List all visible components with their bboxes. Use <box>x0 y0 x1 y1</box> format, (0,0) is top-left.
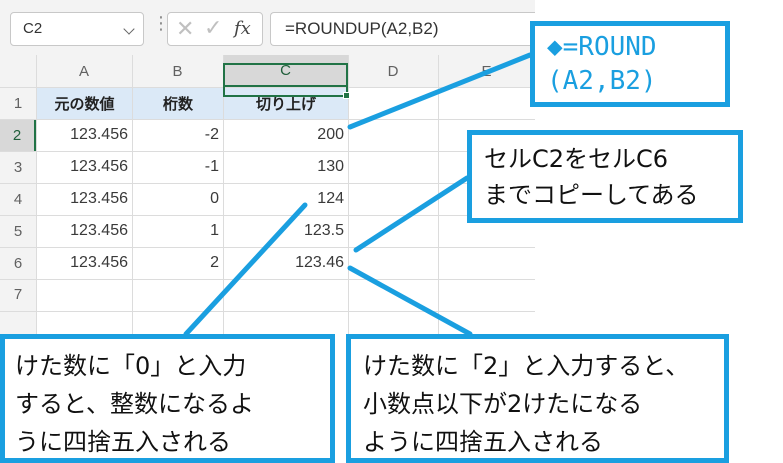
formula-callout: ◆=ROUND (A2,B2) <box>530 21 730 107</box>
column-header-a[interactable]: A <box>36 55 132 87</box>
formula-text: =ROUNDUP(A2,B2) <box>285 19 439 38</box>
cell-b6[interactable]: 2 <box>133 247 223 279</box>
cell-c6[interactable]: 123.46 <box>224 247 348 279</box>
formula-controls: ✕ ✓ fx <box>167 12 263 46</box>
column-header-e[interactable]: E <box>438 55 535 87</box>
insert-function-icon[interactable]: fx <box>234 18 251 39</box>
integer-callout: けた数に「0」と入力 すると、整数になるよ うに四捨五入される <box>0 334 335 463</box>
integer-callout-line3: うに四捨五入される <box>15 428 231 456</box>
active-cell-border <box>223 63 348 97</box>
select-all-corner[interactable] <box>0 55 36 87</box>
cell-a6[interactable]: 123.456 <box>37 247 132 279</box>
integer-callout-line1: けた数に「0」と入力 <box>15 352 247 380</box>
column-header-d[interactable]: D <box>348 55 438 87</box>
row-header-7[interactable]: 7 <box>0 279 36 335</box>
row-header-6[interactable]: 6 <box>0 247 36 279</box>
row-header-2[interactable]: 2 <box>0 119 36 151</box>
copy-callout-line2: までコピーしてある <box>484 181 699 209</box>
row-header-1[interactable]: 1 <box>0 87 36 119</box>
formula-callout-line2: (A2,B2) <box>547 66 657 96</box>
cell-a3[interactable]: 123.456 <box>37 151 132 183</box>
cell-a4[interactable]: 123.456 <box>37 183 132 215</box>
cell-c4[interactable]: 124 <box>224 183 348 215</box>
column-header-b[interactable]: B <box>132 55 223 87</box>
cell-a2[interactable]: 123.456 <box>37 119 132 151</box>
copy-callout-line1: セルC2をセルC6 <box>484 145 669 173</box>
decimal-callout-line3: ように四捨五入される <box>363 428 603 456</box>
decimal-callout: けた数に「2」と入力すると、 小数点以下が2けたになる ように四捨五入される <box>346 334 729 463</box>
spreadsheet-window: C2 ⋮ ✕ ✓ fx =ROUNDUP(A2,B2) A B C D E 1 … <box>0 0 535 335</box>
row-header-5[interactable]: 5 <box>0 215 36 247</box>
cell-b2[interactable]: -2 <box>133 119 223 151</box>
formula-callout-line1: ◆=ROUND <box>547 32 657 62</box>
decimal-callout-line2: 小数点以下が2けたになる <box>363 390 643 418</box>
fill-handle[interactable] <box>343 92 350 99</box>
row-header-4[interactable]: 4 <box>0 183 36 215</box>
row-header-3[interactable]: 3 <box>0 151 36 183</box>
cell-b1[interactable]: 桁数 <box>133 88 223 119</box>
copy-callout: セルC2をセルC6 までコピーしてある <box>467 130 743 223</box>
integer-callout-line2: すると、整数になるよ <box>15 390 255 418</box>
cell-b5[interactable]: 1 <box>133 215 223 247</box>
enter-icon[interactable]: ✓ <box>204 16 222 41</box>
cell-b3[interactable]: -1 <box>133 151 223 183</box>
cell-a1[interactable]: 元の数値 <box>37 88 132 119</box>
name-box-value: C2 <box>23 20 43 37</box>
chevron-down-icon[interactable] <box>123 23 135 35</box>
cancel-icon[interactable]: ✕ <box>176 17 194 42</box>
cell-b4[interactable]: 0 <box>133 183 223 215</box>
cell-c5[interactable]: 123.5 <box>224 215 348 247</box>
name-box[interactable]: C2 <box>10 12 144 46</box>
cell-c3[interactable]: 130 <box>224 151 348 183</box>
cell-c2[interactable]: 200 <box>224 119 348 151</box>
formula-input[interactable]: =ROUNDUP(A2,B2) <box>270 12 535 46</box>
cell-a5[interactable]: 123.456 <box>37 215 132 247</box>
decimal-callout-line1: けた数に「2」と入力すると、 <box>363 352 690 380</box>
worksheet-grid: A B C D E 1 2 3 4 5 6 7 元の数値 桁数 切り上げ 123… <box>0 55 535 335</box>
